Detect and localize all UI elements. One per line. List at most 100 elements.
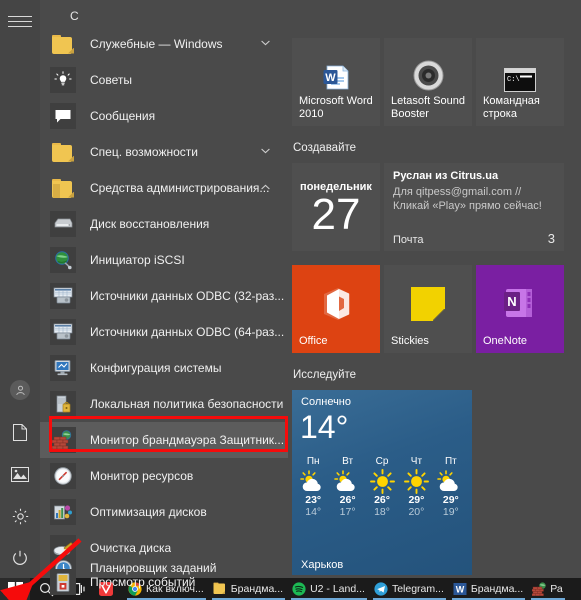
app-list-item-disk-vosstanovleniya[interactable]: Диск восстановления [40, 206, 288, 242]
picture-icon [11, 466, 29, 482]
app-list[interactable]: C Служебные — Windows Советы Сообщения С… [40, 0, 288, 578]
event-viewer-icon [50, 569, 76, 595]
app-list-item-defragment-drives[interactable]: Оптимизация дисков [40, 494, 288, 530]
app-list-item-sovety[interactable]: Советы [40, 62, 288, 98]
start-menu-rail [0, 0, 40, 578]
firewall-brick-icon [531, 582, 546, 597]
sticky-note-icon [411, 287, 445, 324]
taskbar-item-label: Ра [550, 583, 563, 595]
app-list-item-odbc-64[interactable]: Источники данных ODBC (64-раз... [40, 314, 288, 350]
sun-behind-cloud-icon [296, 468, 330, 494]
tile-stickies[interactable]: Stickies [384, 265, 472, 353]
tile-group-heading-create: Создавайте [293, 142, 357, 154]
taskbar-item-label: U2 - Land... [310, 583, 365, 595]
app-list-item-soobshcheniya[interactable]: Сообщения [40, 98, 288, 134]
person-icon [15, 385, 25, 395]
folder-icon [50, 31, 76, 57]
onenote-icon: N [502, 285, 538, 324]
app-list-item-spec-vozmozhnosti[interactable]: Спец. возможности [40, 134, 288, 170]
weather-high: 26° [374, 494, 390, 506]
app-list-item-label: Конфигурация системы [90, 361, 222, 375]
weather-condition: Солнечно [301, 396, 351, 408]
chevron-down-icon[interactable] [261, 40, 270, 46]
tile-weather[interactable]: Солнечно 14° Пн 23° 14° Вт 26° 17° Ср 26… [292, 390, 472, 575]
iscsi-globe-icon [50, 247, 76, 273]
tile-command-prompt[interactable]: C:\ Командная строка [476, 38, 564, 126]
tile-label: Stickies [391, 335, 429, 347]
rail-item-settings[interactable] [0, 496, 40, 536]
app-list-item-label: Оптимизация дисков [90, 505, 207, 519]
hamburger-menu-icon[interactable] [8, 16, 32, 30]
app-list-item-sluzhebnye[interactable]: Служебные — Windows [40, 26, 288, 62]
app-list-item-label: Служебные — Windows [90, 37, 223, 51]
weather-temperature: 14° [300, 409, 349, 445]
app-list-item-local-security-policy[interactable]: Локальная политика безопасности [40, 386, 288, 422]
app-list-item-label: Инициатор iSCSI [90, 253, 185, 267]
mail-sender: Руслан из Citrus.ua [393, 170, 499, 182]
tile-label: Командная строка [483, 95, 540, 120]
sun-behind-cloud-icon [434, 468, 468, 494]
sun-behind-cloud-icon [330, 468, 364, 494]
word-icon: W [323, 64, 350, 94]
system-config-icon [50, 355, 76, 381]
app-list-item-label: Средства администрирования... [90, 181, 270, 195]
weather-forecast-day: Пт 29° 19° [434, 456, 468, 518]
weather-high: 26° [339, 494, 356, 506]
recovery-drive-icon [50, 211, 76, 237]
weather-high: 29° [442, 494, 459, 506]
start-menu: C Служебные — Windows Советы Сообщения С… [0, 0, 581, 595]
taskbar-item-word-document[interactable]: W Брандма... [449, 578, 528, 600]
taskbar-item-telegram[interactable]: Telegram... [370, 578, 449, 600]
weather-low: 20° [408, 506, 425, 518]
weather-forecast-day: Вт 26° 17° [330, 456, 364, 518]
telegram-icon [374, 582, 388, 596]
app-list-group-letter[interactable]: C [70, 9, 79, 23]
app-list-item-iscsi-initiator[interactable]: Инициатор iSCSI [40, 242, 288, 278]
rail-item-power[interactable] [0, 538, 40, 578]
tile-label: OneNote [483, 335, 528, 347]
weather-high: 23° [305, 494, 322, 506]
app-list-item-odbc-32[interactable]: Источники данных ODBC (32-раз... [40, 278, 288, 314]
chevron-down-icon[interactable] [261, 148, 270, 154]
rail-item-documents[interactable] [0, 412, 40, 452]
folder-icon [50, 139, 76, 165]
app-list-item-label: Просмотр событий [90, 575, 196, 589]
tile-office[interactable]: Office [292, 265, 380, 353]
defrag-icon [50, 499, 76, 525]
tile-letasoft-sound-booster[interactable]: Letasoft Sound Booster [384, 38, 472, 126]
rail-item-pictures[interactable] [0, 454, 40, 494]
office-icon [320, 287, 352, 324]
app-list-item-event-viewer[interactable]: Просмотр событий [40, 564, 288, 600]
tile-group-heading-explore: Исследуйте [293, 369, 357, 381]
tile-label: Office [299, 335, 328, 347]
app-list-item-defender-firewall-monitor[interactable]: Монитор брандмауэра Защитник... [40, 422, 288, 458]
app-list-item-system-configuration[interactable]: Конфигурация системы [40, 350, 288, 386]
app-list-item-resource-monitor[interactable]: Монитор ресурсов [40, 458, 288, 494]
tile-label: Microsoft Word 2010 [299, 95, 373, 120]
hamburger-line [8, 21, 32, 22]
rail-item-user-account[interactable] [0, 370, 40, 410]
tile-mail[interactable]: Руслан из Citrus.ua Для qitpess@gmail.co… [384, 163, 564, 251]
tile-onenote[interactable]: N OneNote [476, 265, 564, 353]
security-policy-icon [50, 391, 76, 417]
tile-microsoft-word-2010[interactable]: W Microsoft Word 2010 [292, 38, 380, 126]
weather-low: 18° [374, 506, 390, 518]
odbc-icon [50, 283, 76, 309]
chevron-up-icon[interactable] [261, 184, 270, 190]
weather-low: 19° [442, 506, 459, 518]
taskbar-item-label: Брандма... [470, 583, 524, 595]
app-list-item-label: Спец. возможности [90, 145, 198, 159]
spotify-icon [292, 582, 306, 596]
hamburger-line [8, 26, 32, 27]
mail-preview: Для qitpess@gmail.com // Кликай «Play» п… [393, 186, 542, 212]
start-button[interactable] [0, 578, 30, 600]
windows-logo-icon [7, 581, 23, 597]
lightbulb-icon [50, 67, 76, 93]
app-list-item-sredstva-administrirovaniya[interactable]: Средства администрирования... [40, 170, 288, 206]
weather-dow: Чт [410, 456, 423, 467]
taskbar-item-spotify[interactable]: U2 - Land... [288, 578, 370, 600]
speaker-icon [413, 60, 444, 94]
taskbar-item-firewall-monitor[interactable]: Ра [528, 578, 568, 600]
weather-city: Харьков [301, 559, 344, 571]
tile-calendar[interactable]: понедельник 27 [292, 163, 380, 251]
